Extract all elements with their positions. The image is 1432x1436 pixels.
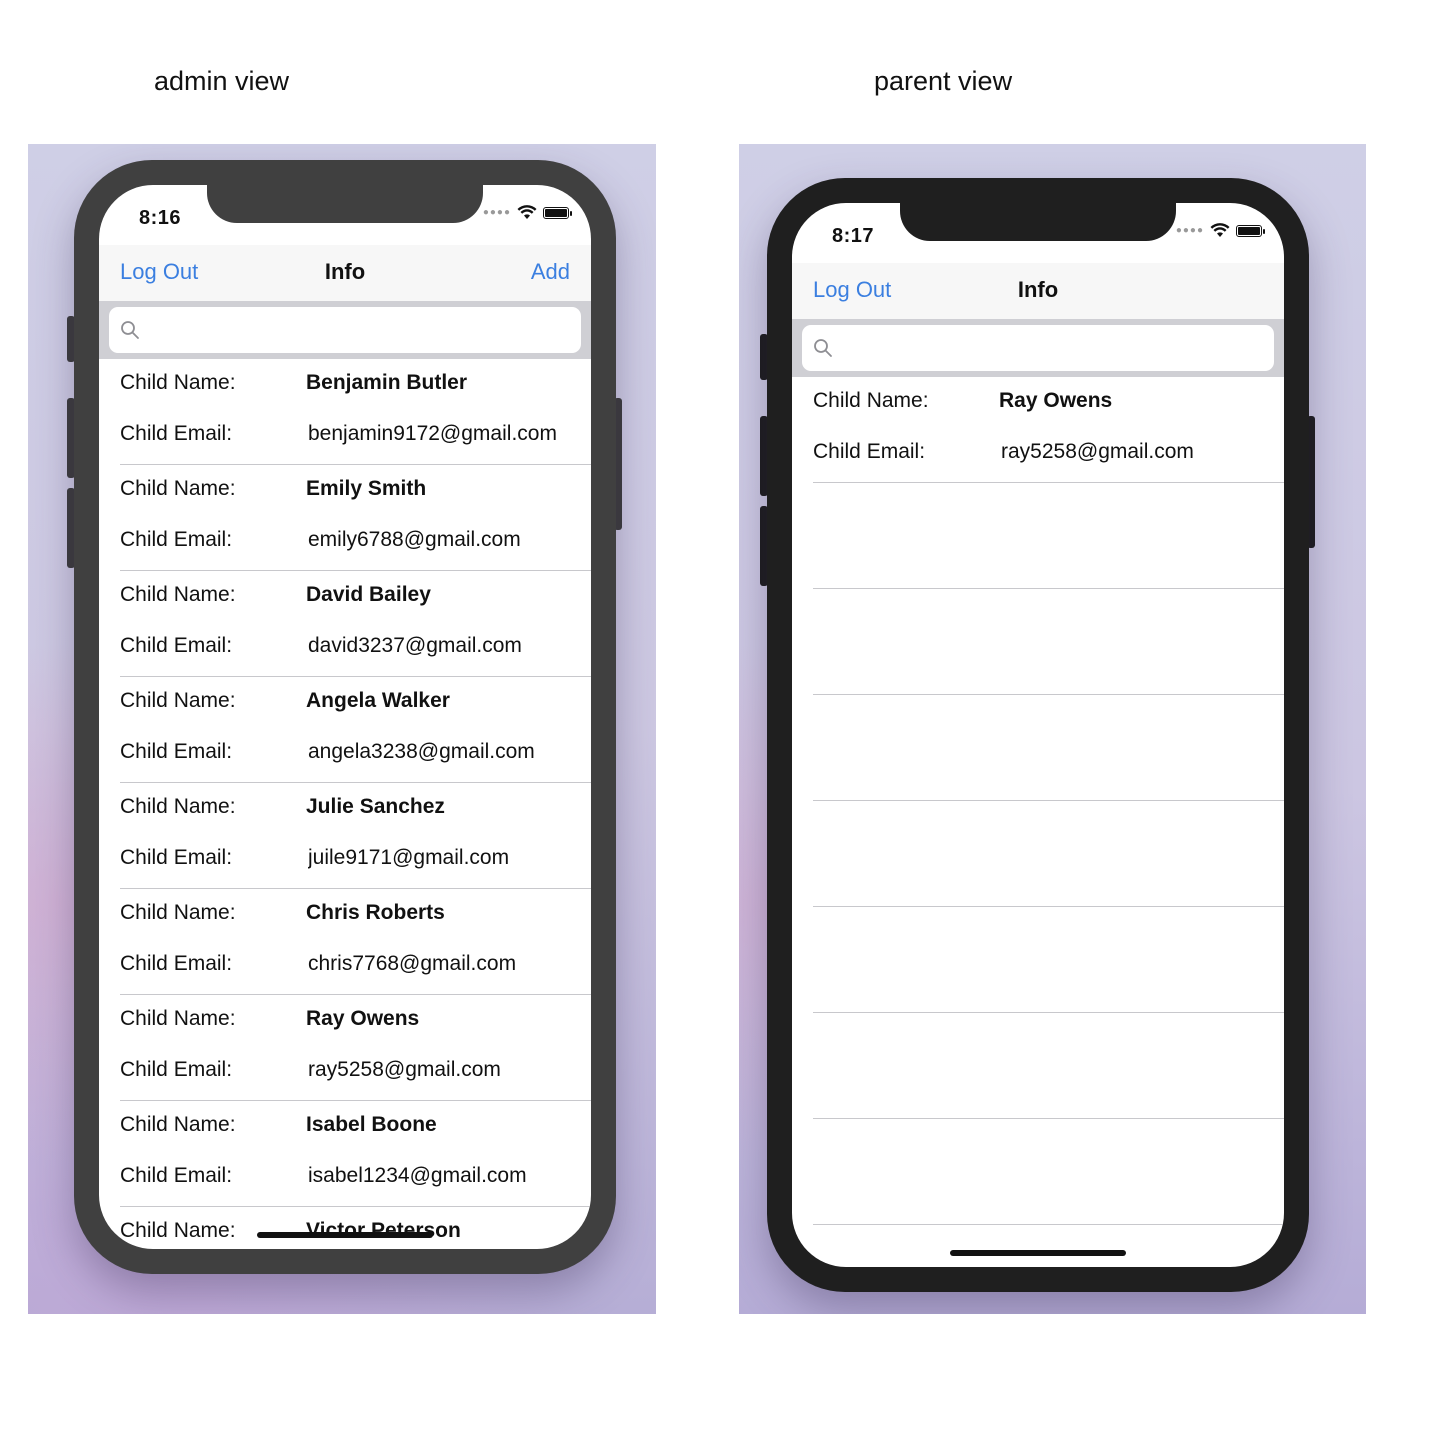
empty-row xyxy=(813,589,1284,695)
search-icon xyxy=(814,339,832,357)
child-email-label: Child Email: xyxy=(120,422,233,445)
status-icons: ●●●● xyxy=(482,205,572,220)
search-input[interactable] xyxy=(802,325,1274,371)
child-name-label: Child Name: xyxy=(120,371,236,394)
child-name-value: Isabel Boone xyxy=(306,1113,437,1136)
child-email-value: chris7768@gmail.com xyxy=(308,952,517,975)
child-name-value: Victor Peterson xyxy=(306,1219,461,1242)
child-email-value: isabel1234@gmail.com xyxy=(308,1164,527,1187)
parent-view-panel: 8:17 ●●●● Log Out Info Child Name: Ray O… xyxy=(739,144,1366,1314)
status-time: 8:17 xyxy=(832,225,875,247)
add-button[interactable]: Add xyxy=(531,259,570,285)
navigation-bar: Log Out Info Add xyxy=(99,245,591,301)
empty-row xyxy=(813,801,1284,907)
child-email-label: Child Email: xyxy=(120,1164,233,1187)
child-email-label: Child Email: xyxy=(120,952,233,975)
table-row[interactable]: Child Name: Angela Walker Child Email: a… xyxy=(120,677,591,783)
table-row[interactable]: Child Name: Emily Smith Child Email: emi… xyxy=(120,465,591,571)
parent-phone-frame: 8:17 ●●●● Log Out Info Child Name: Ray O… xyxy=(767,178,1309,1292)
table-row[interactable]: Child Name: Benjamin Butler Child Email:… xyxy=(120,359,591,465)
child-name-value: Chris Roberts xyxy=(306,901,445,924)
status-icons: ●●●● xyxy=(1175,223,1265,238)
search-input[interactable] xyxy=(109,307,581,353)
battery-icon xyxy=(1236,224,1265,237)
child-name-label: Child Name: xyxy=(120,477,236,500)
empty-row xyxy=(813,695,1284,801)
child-email-value: ray5258@gmail.com xyxy=(308,1058,501,1081)
child-email-value: david3237@gmail.com xyxy=(308,634,522,657)
child-name-value: Emily Smith xyxy=(306,477,427,500)
child-name-label: Child Name: xyxy=(120,583,236,606)
child-email-value: juile9171@gmail.com xyxy=(308,846,510,869)
child-email-label: Child Email: xyxy=(120,846,233,869)
table-row[interactable]: Child Name: Isabel Boone Child Email: is… xyxy=(120,1101,591,1207)
child-email-value: emily6788@gmail.com xyxy=(308,528,521,551)
empty-row xyxy=(813,1119,1284,1225)
table-row[interactable]: Child Name: Ray Owens Child Email: ray52… xyxy=(813,377,1284,483)
child-email-value: benjamin9172@gmail.com xyxy=(308,422,557,445)
admin-view-panel: 8:16 ●●●● Log Out Info Add Child Name: B… xyxy=(28,144,656,1314)
status-time: 8:16 xyxy=(139,207,182,229)
child-email-label: Child Email: xyxy=(120,1058,233,1081)
signal-dots-icon: ●●●● xyxy=(482,207,511,218)
child-list: Child Name: Ray Owens Child Email: ray52… xyxy=(792,377,1284,1225)
wifi-icon xyxy=(517,205,537,219)
child-name-label: Child Name: xyxy=(813,389,929,412)
child-name-value: Ray Owens xyxy=(306,1007,420,1030)
child-name-label: Child Name: xyxy=(120,1007,236,1030)
home-indicator[interactable] xyxy=(950,1250,1126,1256)
child-email-value: angela3238@gmail.com xyxy=(308,740,535,763)
parent-view-caption: parent view xyxy=(874,66,1013,96)
wifi-icon xyxy=(1210,223,1230,237)
table-row[interactable]: Child Name: David Bailey Child Email: da… xyxy=(120,571,591,677)
child-name-label: Child Name: xyxy=(120,795,236,818)
empty-row xyxy=(813,1013,1284,1119)
child-email-label: Child Email: xyxy=(120,634,233,657)
table-row[interactable]: Child Name: Chris Roberts Child Email: c… xyxy=(120,889,591,995)
table-row[interactable]: Child Name: Ray Owens Child Email: ray52… xyxy=(120,995,591,1101)
notch xyxy=(900,203,1176,241)
empty-row xyxy=(813,483,1284,589)
child-name-label: Child Name: xyxy=(120,901,236,924)
child-name-label: Child Name: xyxy=(120,1113,236,1136)
table-row[interactable]: Child Name: Julie Sanchez Child Email: j… xyxy=(120,783,591,889)
parent-screen: 8:17 ●●●● Log Out Info Child Name: Ray O… xyxy=(792,203,1284,1267)
child-name-value: Angela Walker xyxy=(306,689,450,712)
notch xyxy=(207,185,483,223)
admin-screen: 8:16 ●●●● Log Out Info Add Child Name: B… xyxy=(99,185,591,1249)
child-list: Child Name: Benjamin Butler Child Email:… xyxy=(99,359,591,1249)
child-name-value: David Bailey xyxy=(306,583,431,606)
page-title: Info xyxy=(324,259,366,284)
empty-row xyxy=(813,907,1284,1013)
home-indicator[interactable] xyxy=(257,1232,433,1238)
child-email-label: Child Email: xyxy=(120,528,233,551)
child-name-value: Julie Sanchez xyxy=(306,795,445,818)
child-name-label: Child Name: xyxy=(120,689,236,712)
child-name-value: Ray Owens xyxy=(999,389,1113,412)
admin-view-caption: admin view xyxy=(154,66,290,96)
search-icon xyxy=(121,321,139,339)
child-email-label: Child Email: xyxy=(120,740,233,763)
search-bar xyxy=(792,319,1284,377)
child-name-label: Child Name: xyxy=(120,1219,236,1242)
battery-icon xyxy=(543,206,572,219)
search-bar xyxy=(99,301,591,359)
child-email-label: Child Email: xyxy=(813,440,926,463)
table-row[interactable]: Child Name: Victor Peterson xyxy=(120,1207,591,1249)
child-name-value: Benjamin Butler xyxy=(306,371,468,394)
child-email-value: ray5258@gmail.com xyxy=(1001,440,1194,463)
navigation-bar: Log Out Info xyxy=(792,263,1284,319)
admin-phone-frame: 8:16 ●●●● Log Out Info Add Child Name: B… xyxy=(74,160,616,1274)
page-title: Info xyxy=(1017,277,1059,302)
signal-dots-icon: ●●●● xyxy=(1175,225,1204,236)
